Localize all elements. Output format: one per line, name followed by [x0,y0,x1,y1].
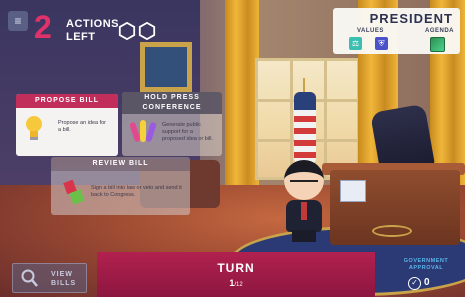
magnifier-icon [21,269,38,287]
map-icon[interactable] [430,37,445,52]
turn-counter: 1/12 [229,278,243,288]
role-title: PRESIDENT [369,11,453,26]
card-description: Propose an idea for a bill. [58,120,107,133]
view-bills-label: VIEW BILLS [51,271,77,287]
actions-left-count: 2 [34,9,52,45]
approval-label: GOVERNMENT APPROVAL [403,258,449,271]
desk-papers [340,180,366,202]
action-token-icon [138,22,156,40]
view-bills-button[interactable]: VIEW BILLS [12,263,87,293]
card-description: Generate public support for a proposed i… [162,122,214,142]
hold-press-conference-card[interactable]: HOLD PRESS CONFERENCE Generate public su… [122,92,222,156]
card-description: Sign a bill into law or veto and send it… [91,185,182,198]
checkmark-icon: ✓ [408,277,421,290]
agenda-label: AGENDA [425,28,455,34]
microphones-icon [130,120,156,142]
president-character [278,160,330,242]
turn-label: TURN [217,261,255,275]
menu-button[interactable]: ≡ [8,11,28,31]
president-panel[interactable]: PRESIDENT VALUES AGENDA ⚖ ⛨ [333,8,460,54]
wall-painting [140,42,192,92]
government-approval[interactable]: GOVERNMENT APPROVAL ✓ 0 [392,255,465,297]
curtain [225,0,259,190]
desk-emblem [372,225,412,237]
values-label: VALUES [357,28,384,34]
card-title: PROPOSE BILL [16,94,118,108]
approval-value: 0 [424,277,430,288]
turn-panel: TURN 1/12 [97,252,375,297]
card-title: REVIEW BILL [51,157,190,171]
card-title: HOLD PRESS CONFERENCE [122,92,222,114]
scale-icon[interactable]: ⚖ [349,37,362,50]
lightbulb-icon [26,116,42,140]
action-token-icon [118,22,136,40]
review-bill-card[interactable]: REVIEW BILL Sign a bill into law or veto… [51,157,190,215]
veto-stamp-icon [63,179,85,205]
menu-icon: ≡ [14,14,22,28]
propose-bill-card[interactable]: PROPOSE BILL Propose an idea for a bill. [16,94,118,156]
shield-icon[interactable]: ⛨ [375,37,388,50]
actions-left-label: ACTIONS LEFT [66,18,119,43]
